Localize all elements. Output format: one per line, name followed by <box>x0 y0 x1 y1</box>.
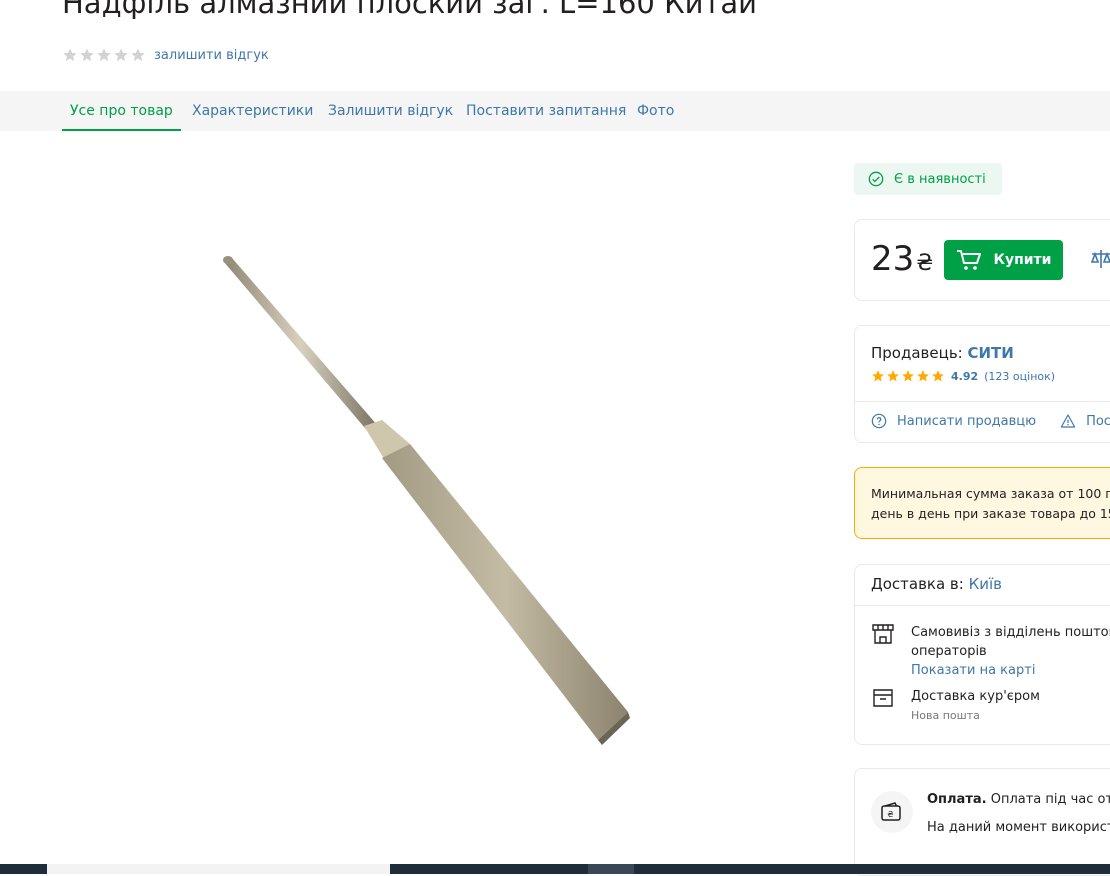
seller-ratings-count[interactable]: (123 оцінок) <box>984 370 1055 383</box>
payment-line-1: Оплата під час отри <box>990 792 1110 807</box>
complain-link[interactable]: Поск <box>1060 413 1110 429</box>
product-title: Надфіль алмазний плоский заг. L=160 Кита… <box>62 0 758 20</box>
delivery-header: Доставка в: Київ <box>871 575 1002 593</box>
tab-characteristics[interactable]: Характеристики <box>184 91 321 131</box>
delivery-card: Доставка в: Київ Самовивіз з відділень п… <box>854 564 1110 745</box>
availability-label: Є в наявності <box>894 171 986 187</box>
divider <box>855 605 1110 606</box>
cart-icon <box>956 250 981 270</box>
payment-card: ₴ Оплата. Оплата під час отри На даний м… <box>854 768 1110 876</box>
product-image[interactable] <box>200 200 670 830</box>
star-icon <box>902 370 914 382</box>
payment-title: Оплата. <box>927 792 987 807</box>
pickup-option: Самовивіз з відділень поштови операторів… <box>871 623 1110 680</box>
box-icon <box>873 689 893 707</box>
payment-line-2: На даний момент використа <box>927 820 1110 835</box>
seller-label: Продавець: <box>871 344 963 362</box>
store-icon <box>872 624 894 644</box>
star-icon <box>872 370 884 382</box>
product-rating-stars[interactable] <box>62 47 146 63</box>
price-card: 23₴ Купити <box>854 219 1110 301</box>
product-tabs: Усе про товар Характеристики Залишити ві… <box>0 91 1110 131</box>
tab-photo[interactable]: Фото <box>629 91 682 131</box>
pickup-line-1: Самовивіз з відділень поштови <box>911 625 1110 640</box>
star-icon <box>114 48 128 62</box>
min-order-notice: Минимальная сумма заказа от 100 гр день в… <box>854 467 1110 539</box>
delivery-city-link[interactable]: Київ <box>969 575 1002 593</box>
star-icon <box>97 48 111 62</box>
warning-icon <box>1060 414 1076 428</box>
taskbar-search[interactable] <box>47 864 390 874</box>
show-on-map-link[interactable]: Показати на карті <box>911 663 1035 678</box>
tab-leave-review[interactable]: Залишити відгук <box>320 91 461 131</box>
star-icon <box>917 370 929 382</box>
needle-file-image <box>223 256 630 745</box>
notice-line-1: Минимальная сумма заказа от 100 гр <box>871 486 1110 501</box>
question-circle-icon <box>871 413 887 429</box>
wallet-icon: ₴ <box>871 791 913 833</box>
os-taskbar <box>0 864 1110 874</box>
courier-provider: Нова пошта <box>911 709 980 722</box>
divider <box>855 401 1110 402</box>
buy-button[interactable]: Купити <box>944 240 1063 280</box>
star-icon <box>887 370 899 382</box>
star-icon <box>932 370 944 382</box>
payment-text: Оплата. Оплата під час отри На даний мом… <box>927 786 1110 842</box>
write-seller-link[interactable]: Написати продавцю <box>871 413 1036 429</box>
seller-rating: 4.92 (123 оцінок) <box>871 369 1055 383</box>
scales-icon[interactable] <box>1089 248 1110 270</box>
product-price: 23₴ <box>871 239 933 279</box>
availability-badge: Є в наявності <box>854 163 1002 195</box>
notice-line-2: день в день при заказе товара до 15 <box>871 506 1110 521</box>
complain-label: Поск <box>1086 413 1110 429</box>
price-currency: ₴ <box>916 251 934 276</box>
tab-all-about-product[interactable]: Усе про товар <box>62 91 181 131</box>
product-rating-row: залишити відгук <box>62 47 269 63</box>
star-icon <box>63 48 77 62</box>
seller-name-link[interactable]: СИТИ <box>968 344 1014 362</box>
star-icon <box>131 48 145 62</box>
courier-option: Доставка кур'єром Нова пошта <box>871 687 1040 725</box>
taskbar-app-button[interactable] <box>588 864 634 874</box>
write-seller-label: Написати продавцю <box>897 413 1037 429</box>
courier-label: Доставка кур'єром <box>911 689 1040 704</box>
check-circle-icon <box>868 171 884 187</box>
seller-actions: Написати продавцю Поск <box>871 413 1110 429</box>
pickup-line-2: операторів <box>911 644 987 659</box>
delivery-label: Доставка в: <box>871 575 964 593</box>
seller-score[interactable]: 4.92 <box>951 370 978 383</box>
leave-review-link[interactable]: залишити відгук <box>154 48 269 63</box>
seller-card: Продавець: СИТИ 4.92 (123 оцінок) Написа… <box>854 325 1110 443</box>
star-icon <box>80 48 94 62</box>
tab-ask-question[interactable]: Поставити запитання <box>458 91 634 131</box>
seller-stars <box>871 369 945 383</box>
seller-line: Продавець: СИТИ <box>871 344 1014 362</box>
price-value: 23 <box>871 239 915 279</box>
svg-text:₴: ₴ <box>887 810 893 819</box>
buy-label: Купити <box>993 252 1052 268</box>
